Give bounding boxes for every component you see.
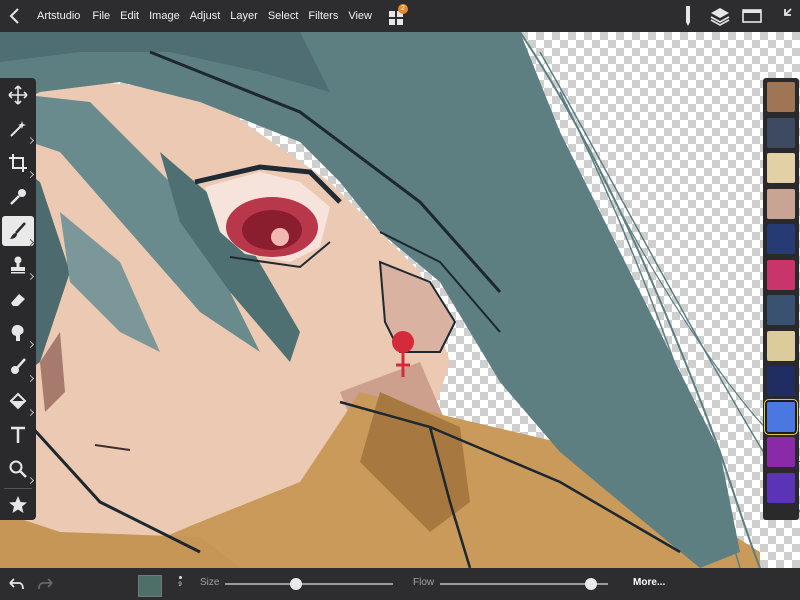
move-icon[interactable] — [2, 80, 34, 110]
app-title[interactable]: Artstudio — [37, 10, 80, 22]
magic-wand-icon[interactable] — [2, 114, 35, 145]
color-swatch[interactable] — [767, 295, 795, 325]
menu-layer[interactable]: Layer — [230, 10, 258, 22]
color-swatch[interactable] — [767, 82, 795, 112]
pencil-icon[interactable] — [672, 0, 704, 32]
redo-icon[interactable] — [32, 568, 60, 600]
color-swatch[interactable] — [767, 259, 795, 290]
notification-badge: 2 — [398, 4, 408, 14]
text-icon[interactable] — [2, 420, 34, 450]
fill-icon[interactable] — [2, 386, 35, 417]
brush-size-preview: 9 — [175, 574, 185, 591]
panel-icon[interactable] — [736, 0, 768, 32]
menu-select[interactable]: Select — [268, 10, 299, 22]
color-swatch[interactable] — [767, 117, 795, 148]
menu-image[interactable]: Image — [149, 10, 180, 22]
eyedropper-icon[interactable] — [2, 182, 34, 212]
color-palette — [763, 78, 799, 520]
menu-adjust[interactable]: Adjust — [190, 10, 221, 22]
liquify-icon[interactable] — [2, 352, 35, 383]
current-color-swatch[interactable] — [138, 575, 162, 597]
color-swatch[interactable] — [767, 188, 795, 219]
brush-icon[interactable] — [2, 216, 35, 247]
flow-slider[interactable] — [440, 583, 608, 585]
size-label: Size — [200, 577, 220, 588]
size-slider[interactable] — [225, 583, 393, 585]
menu-filters[interactable]: Filters — [308, 10, 338, 22]
smudge-icon[interactable] — [2, 318, 35, 349]
tools-toolbar — [0, 78, 36, 520]
grid-apps-icon[interactable]: 2 — [386, 4, 410, 28]
back-chevron-icon[interactable] — [0, 0, 30, 32]
color-swatch[interactable] — [767, 366, 795, 396]
brush-size-value: 9 — [178, 582, 182, 588]
flow-label: Flow — [413, 577, 435, 588]
favorites-star-icon[interactable] — [2, 490, 34, 520]
menu-edit[interactable]: Edit — [120, 10, 139, 22]
drawing-canvas[interactable] — [0, 32, 800, 568]
top-menu-bar: Artstudio File Edit Image Adjust Layer S… — [0, 0, 800, 32]
color-swatch[interactable] — [767, 472, 795, 503]
stamp-icon[interactable] — [2, 250, 35, 281]
menu-view[interactable]: View — [348, 10, 372, 22]
layers-icon[interactable] — [704, 0, 736, 32]
color-swatch[interactable] — [767, 330, 795, 361]
zoom-icon[interactable] — [2, 454, 35, 485]
color-swatch[interactable] — [767, 224, 795, 254]
fullscreen-collapse-icon[interactable] — [768, 0, 800, 32]
eraser-icon[interactable] — [2, 284, 34, 314]
artwork-illustration — [0, 32, 800, 568]
menu-file[interactable]: File — [92, 10, 110, 22]
color-swatch[interactable] — [767, 153, 795, 183]
undo-icon[interactable] — [2, 568, 30, 600]
toolbar-divider — [4, 488, 32, 489]
crop-icon[interactable] — [2, 148, 35, 179]
more-button[interactable]: More... — [633, 577, 665, 588]
size-slider-knob[interactable] — [289, 578, 302, 590]
color-swatch[interactable] — [765, 399, 797, 434]
flow-slider-knob[interactable] — [585, 578, 598, 590]
color-swatch[interactable] — [767, 437, 795, 467]
bottom-bar: 9 Size Flow More... — [0, 568, 800, 600]
